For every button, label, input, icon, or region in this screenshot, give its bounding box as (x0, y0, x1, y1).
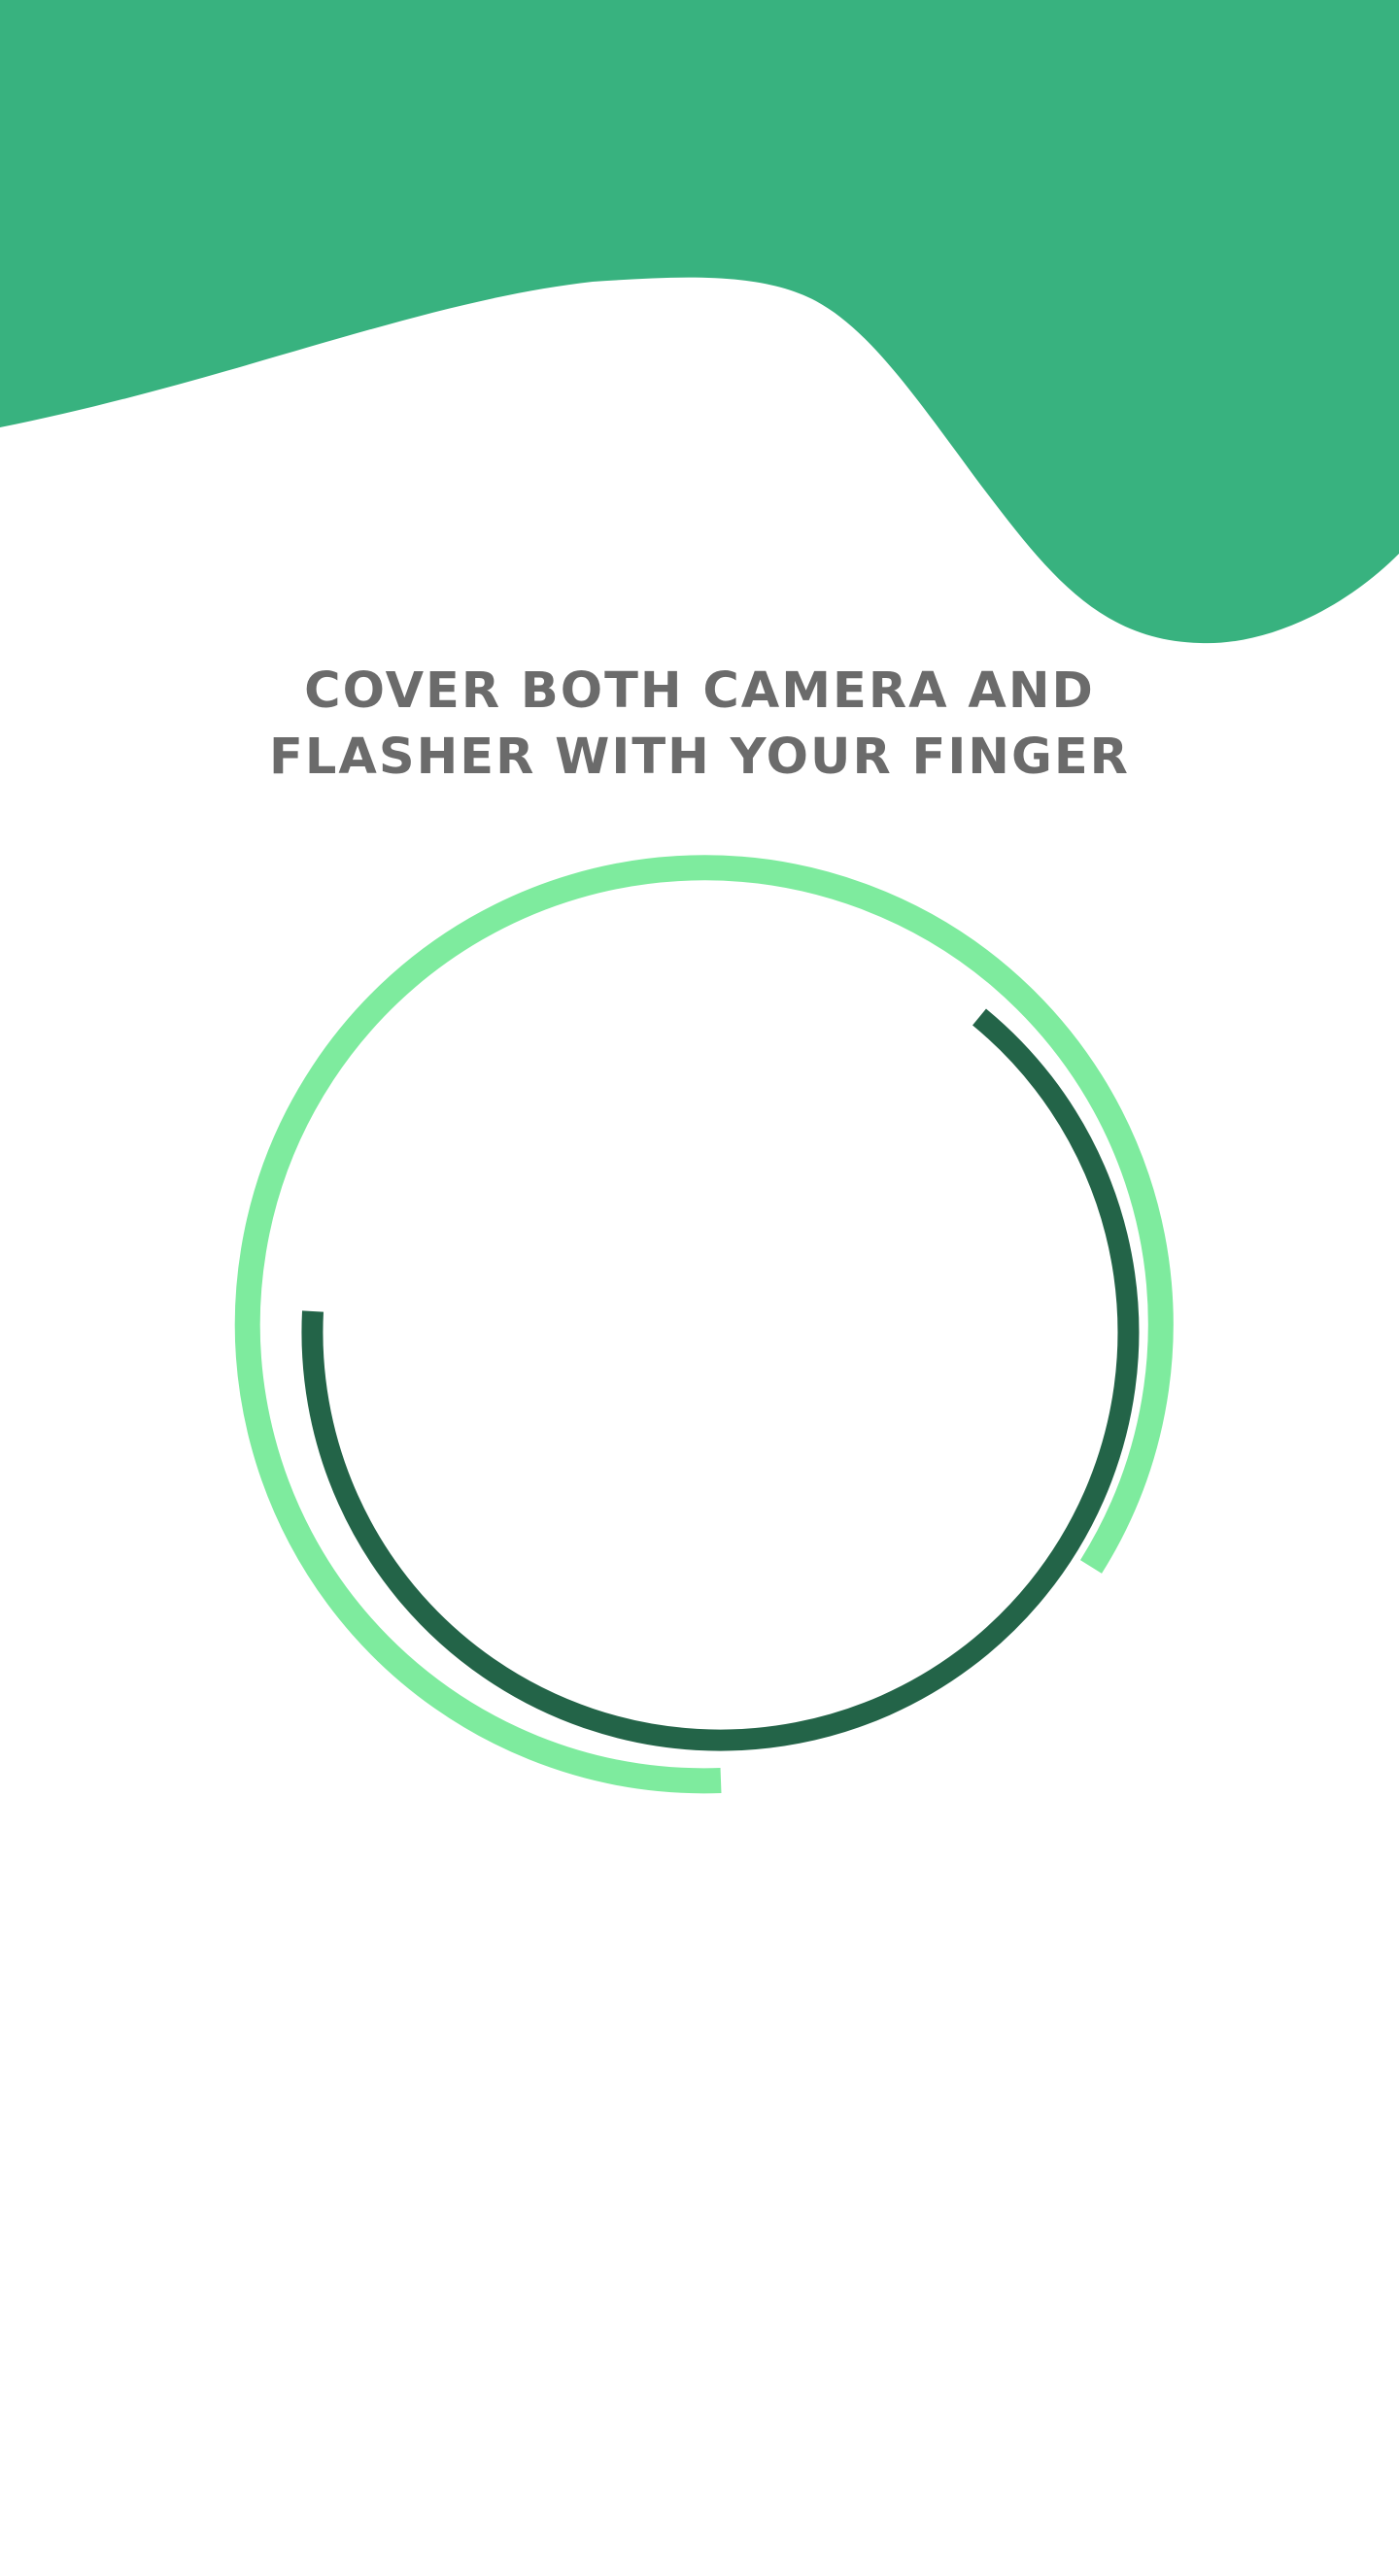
header-wave (0, 0, 1399, 644)
header-wave-shape (0, 0, 1399, 644)
heart-rate-progress-rings (234, 855, 1174, 1794)
instruction-line-2: FLASHER WITH YOUR FINGER (269, 729, 1130, 786)
outer-progress-ring (234, 855, 1174, 1794)
instruction-line-1: COVER BOTH CAMERA AND (304, 662, 1095, 720)
instruction-text: COVER BOTH CAMERA AND FLASHER WITH YOUR … (0, 659, 1399, 791)
inner-progress-ring (301, 1008, 1140, 1751)
